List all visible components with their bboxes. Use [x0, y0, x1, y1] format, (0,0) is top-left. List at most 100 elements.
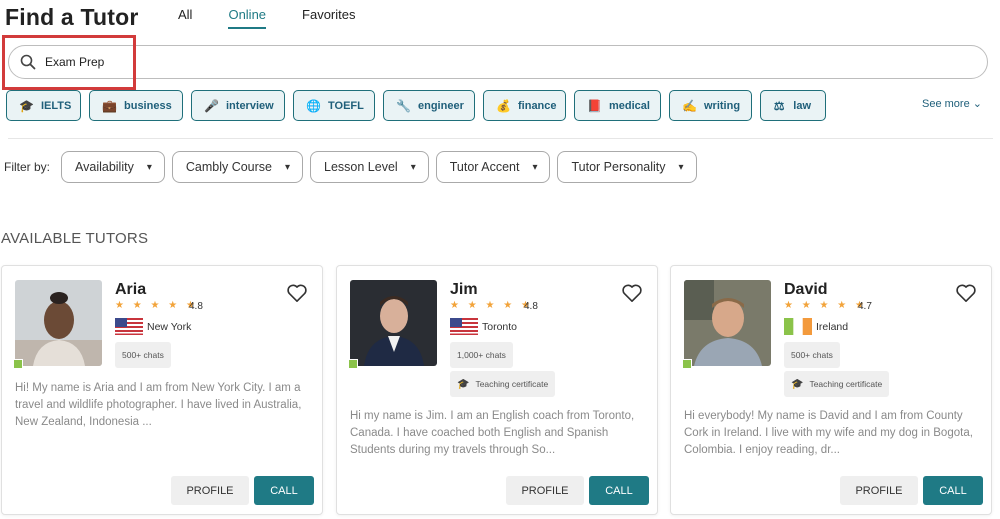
chevron-down-icon: ⌄ [972, 98, 982, 110]
chip-label: interview [226, 99, 274, 112]
chevron-down-icon: ▾ [532, 161, 538, 173]
chevron-down-icon: ▾ [678, 161, 684, 173]
tutor-location-text: Ireland [816, 320, 849, 333]
tutor-rating: 4.7 [858, 301, 872, 312]
chip-label: TOEFL [328, 99, 364, 112]
chats-badge: 1,000+ chats [450, 342, 513, 368]
filter-label-text: Lesson Level [324, 160, 398, 174]
globe-icon: 🌐 [306, 98, 321, 113]
chip-label: business [124, 99, 172, 112]
tutor-card-jim: Jim ★ ★ ★ ★ ★ 4.8 Toronto 1,000+ chats 🎓… [336, 265, 658, 515]
chip-engineer[interactable]: 🔧 engineer [383, 90, 475, 121]
page-header: Find a Tutor [5, 4, 139, 34]
microphone-icon: 🎤 [204, 98, 219, 113]
profile-button[interactable]: PROFILE [506, 476, 584, 505]
tutor-rating: 4.8 [189, 301, 203, 312]
online-status-indicator [682, 359, 692, 369]
tutor-name[interactable]: Jim [450, 281, 478, 299]
tutor-location-text: Toronto [482, 320, 518, 333]
see-more-link[interactable]: See more ⌄ [922, 97, 982, 110]
filter-cambly-course[interactable]: Cambly Course ▾ [171, 151, 304, 183]
us-flag-icon [115, 318, 143, 335]
filter-label-text: Cambly Course [185, 160, 272, 174]
scales-icon: ⚖ [773, 98, 785, 113]
chip-label: engineer [418, 99, 464, 112]
tutor-photo[interactable] [684, 280, 771, 366]
certificate-text: Teaching certificate [809, 379, 883, 389]
writing-hand-icon: ✍ [682, 98, 697, 113]
wrench-icon: 🔧 [396, 98, 411, 113]
tutor-bio: Hi everybody! My name is David and I am … [684, 410, 973, 456]
chip-writing[interactable]: ✍ writing [669, 90, 752, 121]
tutor-location: Toronto [450, 318, 517, 335]
tutor-location-text: New York [147, 320, 192, 333]
certificate-text: Teaching certificate [475, 379, 549, 389]
chip-label: writing [704, 99, 741, 112]
chevron-down-icon: ▾ [410, 161, 416, 173]
money-bag-icon: 💰 [496, 98, 511, 113]
tab-favorites[interactable]: Favorites [302, 7, 355, 29]
filter-tutor-accent[interactable]: Tutor Accent ▾ [435, 151, 551, 183]
search-icon [19, 53, 37, 71]
chip-label: law [793, 99, 811, 112]
chip-interview[interactable]: 🎤 interview [191, 90, 285, 121]
tutor-photo[interactable] [350, 280, 437, 366]
filter-label: Filter by: [4, 160, 51, 174]
filter-lesson-level[interactable]: Lesson Level ▾ [310, 151, 429, 183]
tutor-location: Ireland [784, 318, 848, 335]
profile-button[interactable]: PROFILE [840, 476, 918, 505]
online-status-indicator [13, 359, 23, 369]
filter-label-text: Availability [75, 160, 134, 174]
search-input[interactable] [45, 55, 645, 69]
chats-badge: 500+ chats [784, 342, 840, 368]
call-button[interactable]: CALL [254, 476, 314, 505]
chip-label: medical [609, 99, 650, 112]
tutor-bio: Hi my name is Jim. I am an English coach… [350, 410, 635, 456]
heart-icon[interactable] [955, 283, 977, 303]
filter-availability[interactable]: Availability ▾ [61, 151, 165, 183]
tutor-rating: 4.8 [524, 301, 538, 312]
search-bar[interactable] [8, 45, 988, 79]
heart-icon[interactable] [621, 283, 643, 303]
page-title: Find a Tutor [5, 4, 139, 30]
medical-book-icon: 📕 [587, 98, 602, 113]
profile-button[interactable]: PROFILE [171, 476, 249, 505]
section-title: AVAILABLE TUTORS [1, 230, 149, 247]
ireland-flag-icon [784, 318, 812, 335]
heart-icon[interactable] [286, 283, 308, 303]
star-rating-icon: ★ ★ ★ ★ ★ [784, 300, 867, 311]
chip-ielts[interactable]: 🎓 IELTS [6, 90, 81, 121]
chip-label: IELTS [41, 99, 72, 112]
certificate-badge: 🎓 Teaching certificate [784, 371, 890, 397]
filter-label-text: Tutor Accent [449, 160, 520, 174]
chip-business[interactable]: 💼 business [89, 90, 183, 121]
star-rating-icon: ★ ★ ★ ★ ★ [450, 300, 533, 311]
tutor-name[interactable]: Aria [115, 281, 146, 299]
us-flag-icon [450, 318, 478, 335]
call-button[interactable]: CALL [589, 476, 649, 505]
tutor-card-david: David ★ ★ ★ ★ ★ 4.7 Ireland 500+ chats 🎓… [670, 265, 992, 515]
briefcase-icon: 💼 [102, 98, 117, 113]
chip-label: finance [518, 99, 557, 112]
chip-law[interactable]: ⚖ law [760, 90, 826, 121]
filter-label-text: Tutor Personality [571, 160, 666, 174]
graduation-cap-icon: 🎓 [791, 379, 804, 390]
tutor-location: New York [115, 318, 191, 335]
tutor-name[interactable]: David [784, 281, 828, 299]
tab-online[interactable]: Online [228, 7, 267, 29]
tab-all[interactable]: All [178, 7, 192, 29]
star-rating-icon: ★ ★ ★ ★ ★ [115, 300, 198, 311]
see-more-label: See more [922, 98, 970, 110]
chip-medical[interactable]: 📕 medical [574, 90, 661, 121]
filter-bar: Availability ▾ Cambly Course ▾ Lesson Leve… [61, 151, 704, 183]
tutor-card-aria: Aria ★ ★ ★ ★ ★ 4.8 New York 500+ chats H… [1, 265, 323, 515]
chevron-down-icon: ▾ [146, 161, 152, 173]
tutor-photo[interactable] [15, 280, 102, 366]
chats-badge: 500+ chats [115, 342, 171, 368]
filter-tutor-personality[interactable]: Tutor Personality ▾ [557, 151, 697, 183]
chip-toefl[interactable]: 🌐 TOEFL [293, 90, 375, 121]
call-button[interactable]: CALL [923, 476, 983, 505]
chip-finance[interactable]: 💰 finance [483, 90, 566, 121]
online-status-indicator [348, 359, 358, 369]
tab-bar: All Online Favorites [178, 7, 392, 29]
